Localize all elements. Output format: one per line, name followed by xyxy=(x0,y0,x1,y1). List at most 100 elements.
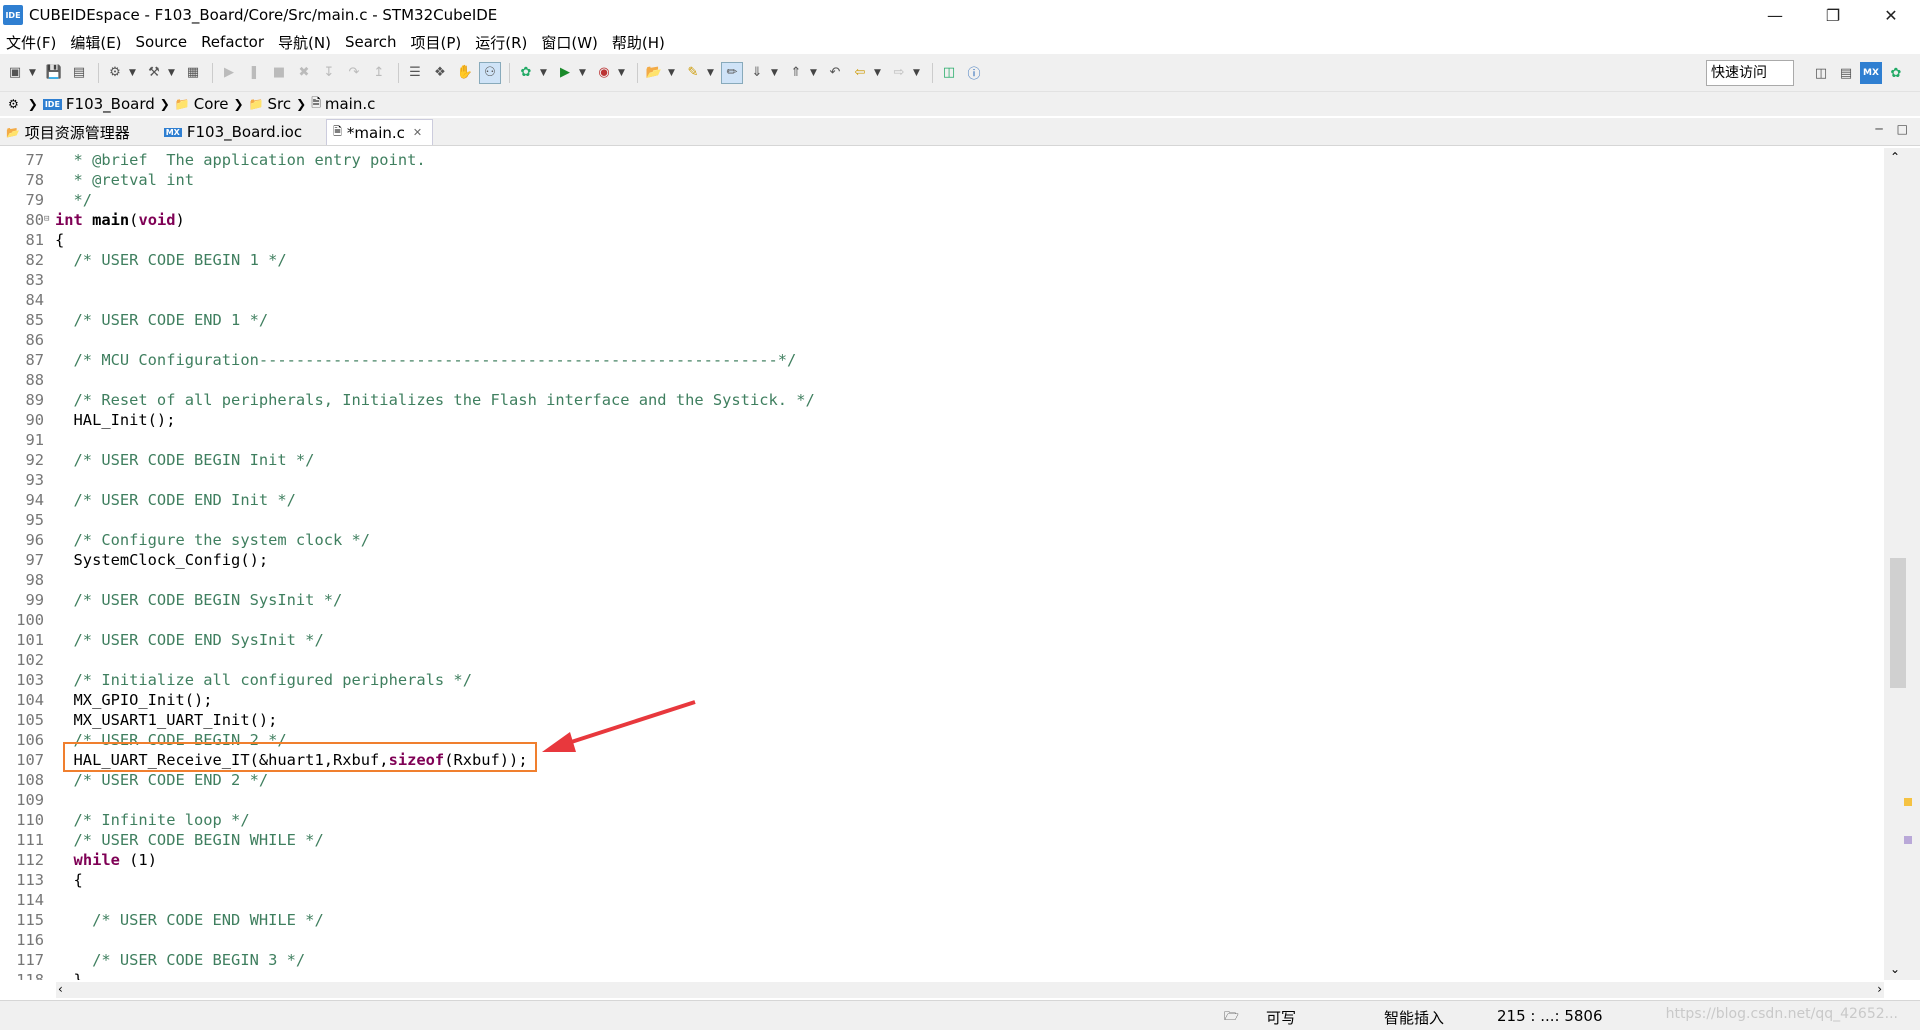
horizontal-scrollbar[interactable]: ‹ › xyxy=(56,982,1884,998)
scroll-down-icon[interactable]: ⌄ xyxy=(1890,962,1900,976)
restore-button[interactable]: ❐ xyxy=(1804,0,1862,30)
chevron-down-icon[interactable]: ▼ xyxy=(707,68,717,78)
run-icon[interactable]: ▶ xyxy=(554,62,576,84)
back-icon[interactable]: ⇦ xyxy=(849,62,871,84)
suspend-icon[interactable]: ❚ xyxy=(243,62,265,84)
chevron-down-icon[interactable]: ▼ xyxy=(810,68,820,78)
breadcrumb-src[interactable]: Src xyxy=(268,95,292,113)
annotation-arrow xyxy=(542,700,696,752)
code-text: int main(void) xyxy=(55,210,185,230)
terminate-icon[interactable]: ■ xyxy=(268,62,290,84)
save-icon[interactable]: 💾 xyxy=(43,62,65,84)
external-tools-icon[interactable]: ◉ xyxy=(593,62,615,84)
menu-edit[interactable]: 编辑(E) xyxy=(70,32,129,53)
code-text: */ xyxy=(55,191,93,209)
new-icon[interactable]: ▣ xyxy=(4,62,26,84)
tab-project-explorer[interactable]: 📂 项目资源管理器 xyxy=(0,119,140,145)
debug-perspective-icon[interactable]: ✿ xyxy=(1885,62,1907,84)
chevron-down-icon[interactable]: ▼ xyxy=(129,68,139,78)
line-number: 77 xyxy=(25,151,44,169)
menu-navigate[interactable]: 导航(N) xyxy=(278,32,339,53)
c-perspective-icon[interactable]: ▤ xyxy=(1835,62,1857,84)
next-annotation-icon[interactable]: ⇓ xyxy=(746,62,768,84)
chevron-down-icon[interactable]: ▼ xyxy=(540,68,550,78)
tab-ioc[interactable]: MX F103_Board.ioc xyxy=(158,119,312,145)
forward-icon[interactable]: ⇨ xyxy=(888,62,910,84)
scroll-up-icon[interactable]: ⌃ xyxy=(1890,150,1900,164)
open-perspective-icon[interactable]: ◫ xyxy=(1810,62,1832,84)
minimize-button[interactable]: — xyxy=(1746,0,1804,30)
menu-project[interactable]: 项目(P) xyxy=(410,32,469,53)
vertical-scrollbar[interactable]: ⌃ ⌄ xyxy=(1884,148,1920,980)
filter-icon[interactable]: ❖ xyxy=(429,62,451,84)
chevron-down-icon[interactable]: ▼ xyxy=(29,68,39,78)
code-text: /* USER CODE BEGIN Init */ xyxy=(55,451,315,469)
chevron-down-icon[interactable]: ▼ xyxy=(913,68,923,78)
format-icon[interactable]: ☰ xyxy=(404,62,426,84)
debug-icon[interactable]: ✿ xyxy=(515,62,537,84)
chevron-down-icon[interactable]: ▼ xyxy=(668,68,678,78)
chevron-down-icon[interactable]: ▼ xyxy=(168,68,178,78)
disconnect-icon[interactable]: ✖ xyxy=(293,62,315,84)
line-number: 116 xyxy=(16,931,44,949)
menu-search[interactable]: Search xyxy=(345,33,405,51)
menu-source[interactable]: Source xyxy=(136,33,196,51)
chevron-down-icon[interactable]: ▼ xyxy=(618,68,628,78)
quick-access-input[interactable]: 快速访问 xyxy=(1706,60,1794,86)
code-line: 117 /* USER CODE BEGIN 3 */ xyxy=(0,950,1884,970)
resume-icon[interactable]: ▶ xyxy=(218,62,240,84)
code-line: 89 /* Reset of all peripherals, Initiali… xyxy=(0,390,1884,410)
code-line: 98 xyxy=(0,570,1884,590)
menu-run[interactable]: 运行(R) xyxy=(475,32,535,53)
prev-annotation-icon[interactable]: ⇑ xyxy=(785,62,807,84)
open-perspective-icon[interactable]: ◫ xyxy=(938,62,960,84)
info-icon[interactable]: ⓘ xyxy=(963,62,985,84)
chevron-down-icon[interactable]: ▼ xyxy=(874,68,884,78)
tab-main-c[interactable]: 🗎 *main.c ✕ xyxy=(326,119,434,145)
breadcrumb-file[interactable]: main.c xyxy=(325,95,376,113)
code-line: 96 /* Configure the system clock */ xyxy=(0,530,1884,550)
step-return-icon[interactable]: ↥ xyxy=(368,62,390,84)
close-button[interactable]: ✕ xyxy=(1862,0,1920,30)
warning-marker[interactable] xyxy=(1904,798,1912,806)
minimize-pane-icon[interactable]: ─ xyxy=(1875,122,1882,136)
chevron-down-icon[interactable]: ▼ xyxy=(771,68,781,78)
pen-icon[interactable]: ✎ xyxy=(682,62,704,84)
scroll-left-icon[interactable]: ‹ xyxy=(58,982,63,996)
line-number: 84 xyxy=(25,291,44,309)
code-editor[interactable]: 77 * @brief The application entry point.… xyxy=(0,148,1884,980)
binary-icon[interactable]: ▦ xyxy=(182,62,204,84)
open-folder-icon[interactable]: 📂 xyxy=(643,62,665,84)
step-over-icon[interactable]: ↷ xyxy=(343,62,365,84)
breadcrumb-project[interactable]: F103_Board xyxy=(66,95,155,113)
maximize-pane-icon[interactable]: □ xyxy=(1897,122,1908,136)
line-number: 98 xyxy=(25,571,44,589)
menu-help[interactable]: 帮助(H) xyxy=(612,32,673,53)
code-text: while (1) xyxy=(55,850,157,870)
code-token: (1) xyxy=(119,851,157,869)
toggle-mode-icon[interactable]: ⚇ xyxy=(479,61,501,84)
build-config-icon[interactable]: ⚙ xyxy=(104,62,126,84)
code-text: } xyxy=(55,970,83,980)
step-into-icon[interactable]: ↧ xyxy=(318,62,340,84)
mx-icon[interactable]: MX xyxy=(1860,62,1882,84)
menu-refactor[interactable]: Refactor xyxy=(201,33,272,51)
menu-window[interactable]: 窗口(W) xyxy=(541,32,606,53)
scroll-right-icon[interactable]: › xyxy=(1877,982,1882,996)
chevron-down-icon[interactable]: ▼ xyxy=(579,68,589,78)
line-number: 113 xyxy=(16,871,44,889)
highlight-icon[interactable]: ✏ xyxy=(721,61,743,84)
hand-icon[interactable]: ✋ xyxy=(454,62,476,84)
fold-icon[interactable]: ⊟ xyxy=(44,209,49,229)
hammer-icon[interactable]: ⚒ xyxy=(143,62,165,84)
breadcrumb-core[interactable]: Core xyxy=(194,95,229,113)
code-text: /* Infinite loop */ xyxy=(55,811,250,829)
save-all-icon[interactable]: ▤ xyxy=(68,62,90,84)
close-icon[interactable]: ✕ xyxy=(413,126,422,139)
menu-file[interactable]: 文件(F) xyxy=(6,32,64,53)
line-number: 96 xyxy=(25,531,44,549)
scrollbar-thumb[interactable] xyxy=(1890,558,1906,688)
breadcrumb-menu-icon[interactable]: ⚙ xyxy=(8,97,19,111)
last-edit-icon[interactable]: ↶ xyxy=(824,62,846,84)
task-marker[interactable] xyxy=(1904,836,1912,844)
